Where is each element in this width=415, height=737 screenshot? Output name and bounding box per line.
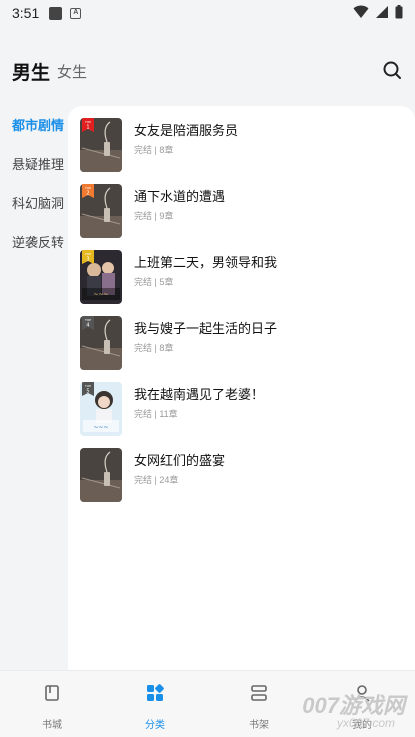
- book-title: 我与嫂子一起生活的日子: [134, 321, 278, 336]
- search-icon[interactable]: [381, 59, 403, 81]
- book-list: TOP 1 女友是陪酒服务员 完结 | 8章 TOP 2 通下水道的遭遇 完结 …: [68, 106, 415, 670]
- nav-label: 书架: [249, 720, 269, 731]
- rank-number: 3: [86, 257, 89, 263]
- category-sidebar: 都市剧情 悬疑推理 科幻脑洞 逆袭反转: [0, 106, 68, 262]
- tab-female[interactable]: 女生: [57, 61, 87, 82]
- wifi-icon: [353, 5, 369, 18]
- book-cover: TOP 2: [80, 184, 122, 238]
- book-title: 通下水道的遭遇: [134, 189, 226, 204]
- book-meta: 完结 | 24章: [134, 475, 179, 485]
- svg-text:TOP: TOP: [84, 120, 91, 124]
- book-cover: [80, 448, 122, 502]
- book-cover: TOP 1: [80, 118, 122, 172]
- book-meta: 完结 | 8章: [134, 145, 174, 155]
- signal-icon: [376, 6, 388, 18]
- book-meta: 完结 | 5章: [134, 277, 174, 287]
- list-item[interactable]: ~~~ TOP 3 上班第二天，男领导和我 完结 | 5章: [80, 250, 410, 306]
- svg-text:TOP: TOP: [84, 252, 91, 256]
- sidebar-item-mystery[interactable]: 悬疑推理: [0, 145, 68, 184]
- gender-tab-header: 男生 女生: [0, 52, 415, 88]
- rank-number: 2: [86, 191, 89, 197]
- category-icon: [147, 684, 164, 701]
- list-item[interactable]: TOP 4 我与嫂子一起生活的日子 完结 | 8章: [80, 316, 410, 372]
- tab-male[interactable]: 男生: [12, 58, 50, 85]
- nav-bookshelf[interactable]: 书架: [229, 683, 289, 731]
- sidebar-item-comeback[interactable]: 逆袭反转: [0, 223, 68, 262]
- rank-number: 1: [86, 125, 89, 131]
- book-meta: 完结 | 11章: [134, 409, 178, 419]
- shelf-icon: [251, 685, 267, 701]
- book-cover: ~~~ TOP 3: [80, 250, 122, 304]
- nav-bookstore[interactable]: 书城: [22, 683, 82, 731]
- keyboard-icon: A: [70, 7, 82, 19]
- sidebar-item-scifi[interactable]: 科幻脑洞: [0, 184, 68, 223]
- book-title: 我在越南遇见了老婆！: [134, 387, 265, 402]
- book-meta: 完结 | 8章: [134, 343, 174, 353]
- book-title: 女友是陪酒服务员: [134, 123, 239, 138]
- svg-text:TOP: TOP: [84, 186, 91, 190]
- watermark-url: yx007.com: [336, 716, 395, 730]
- rank-number: 4: [86, 323, 89, 329]
- list-item[interactable]: 女网红们的盛宴 完结 | 24章: [80, 448, 410, 504]
- book-cover: ~~~ TOP 5: [80, 382, 122, 436]
- svg-text:TOP: TOP: [84, 318, 91, 322]
- nav-label: 书城: [42, 720, 62, 731]
- sidebar-item-urban[interactable]: 都市剧情: [0, 106, 68, 145]
- battery-icon: [395, 5, 403, 19]
- svg-text:~~~: ~~~: [93, 291, 108, 298]
- book-title: 女网红们的盛宴: [134, 453, 226, 468]
- status-bar: 3:51 A: [0, 0, 415, 26]
- status-time: 3:51: [12, 5, 40, 21]
- nav-label: 分类: [145, 720, 165, 731]
- book-icon: [45, 685, 59, 701]
- notification-icon: [49, 6, 63, 20]
- svg-text:TOP: TOP: [84, 384, 91, 388]
- list-item[interactable]: TOP 2 通下水道的遭遇 完结 | 9章: [80, 184, 410, 240]
- svg-text:~~~: ~~~: [93, 424, 108, 431]
- watermark: 007游戏网 yx007.com: [296, 688, 411, 734]
- book-title: 上班第二天，男领导和我: [134, 255, 278, 270]
- status-icons: [353, 5, 403, 19]
- book-cover: TOP 4: [80, 316, 122, 370]
- list-item[interactable]: TOP 1 女友是陪酒服务员 完结 | 8章: [80, 118, 410, 174]
- rank-number: 5: [86, 389, 89, 395]
- book-meta: 完结 | 9章: [134, 211, 174, 221]
- list-item[interactable]: ~~~ TOP 5 我在越南遇见了老婆！ 完结 | 11章: [80, 382, 410, 438]
- nav-category[interactable]: 分类: [125, 683, 185, 731]
